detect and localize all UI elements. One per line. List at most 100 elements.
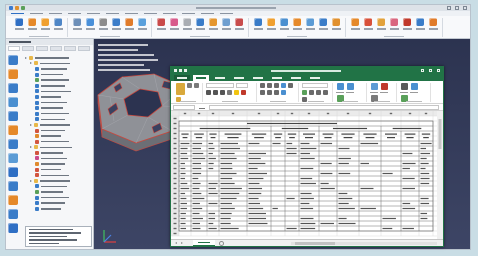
ribbon-icon[interactable] [316,90,321,95]
column-header[interactable] [424,112,428,115]
column-header[interactable] [211,112,215,115]
column-header[interactable] [368,112,372,115]
tree-item[interactable] [25,206,92,212]
paste-icon[interactable] [176,83,185,95]
ribbon-icon[interactable] [281,83,286,88]
row-header[interactable] [173,222,177,225]
excel-ribbon-tool[interactable] [346,83,354,94]
column-header[interactable] [183,112,187,115]
browser-tool-icon[interactable] [8,125,18,135]
ribbon-tool[interactable] [266,18,276,37]
ribbon-icon[interactable] [260,90,265,95]
worksheet-grid[interactable] [171,111,443,239]
ribbon-icon[interactable] [288,83,293,88]
ribbon-icon[interactable] [323,90,328,95]
ribbon-icon[interactable] [206,90,211,95]
row-header[interactable] [173,217,177,220]
font-name-box[interactable] [206,83,234,88]
column-header[interactable] [290,112,294,115]
row-header[interactable] [173,147,177,150]
expand-icon[interactable] [30,62,32,65]
minimize-icon[interactable] [421,69,424,72]
ribbon-icon[interactable] [281,90,286,95]
row-header[interactable] [173,227,177,230]
ribbon-tool[interactable] [14,18,24,37]
ribbon-tab[interactable] [125,12,138,15]
ribbon-tab[interactable] [201,12,214,15]
ribbon-tool[interactable] [402,18,412,37]
ribbon-icon[interactable] [227,90,232,95]
ribbon-tab[interactable] [182,12,195,15]
ribbon-tool[interactable] [292,18,302,37]
browser-tool-icon[interactable] [8,181,18,191]
column-header[interactable] [257,112,261,115]
ribbon-icon[interactable] [213,90,218,95]
save-icon[interactable] [174,69,177,72]
ribbon-tool[interactable] [182,18,192,37]
title-bar-icon[interactable] [21,6,25,10]
title-bar-icon[interactable] [15,6,19,10]
ribbon-tool[interactable] [279,18,289,37]
ribbon-tool[interactable] [221,18,231,37]
browser-tool-icon[interactable] [8,139,18,149]
ribbon-tool[interactable] [389,18,399,37]
ribbon-tool[interactable] [156,18,166,37]
row-header[interactable] [173,197,177,200]
expand-icon[interactable] [30,146,32,149]
ribbon-tool[interactable] [208,18,218,37]
name-box[interactable] [173,105,195,110]
ribbon-tool[interactable] [253,18,263,37]
expand-icon[interactable] [30,179,32,182]
browser-tab[interactable] [8,46,20,51]
ribbon-tool[interactable] [40,18,50,37]
ribbon-icon[interactable] [267,83,272,88]
ribbon-icon[interactable] [302,90,307,95]
ribbon-tool[interactable] [85,18,95,37]
row-header[interactable] [173,162,177,165]
column-header[interactable] [326,112,330,115]
row-header[interactable] [173,127,177,130]
row-header[interactable] [173,132,177,135]
column-header[interactable] [408,112,412,115]
column-header[interactable] [276,112,280,115]
ribbon-tool[interactable] [428,18,438,37]
next-sheet-icon[interactable] [181,242,183,244]
row-header[interactable] [173,122,177,125]
ribbon-icon[interactable] [187,83,192,88]
ribbon-tool[interactable] [234,18,244,37]
excel-ribbon-tool[interactable] [410,83,418,94]
ribbon-tool[interactable] [124,18,134,37]
browser-tool-icon[interactable] [8,167,18,177]
column-header[interactable] [197,112,201,115]
row-header[interactable] [173,187,177,190]
ribbon-tool[interactable] [98,18,108,37]
undo-icon[interactable] [179,69,182,72]
row-header[interactable] [173,182,177,185]
ribbon-tab[interactable] [68,12,81,15]
excel-ribbon-tool[interactable] [380,83,388,94]
ribbon-tab[interactable] [144,12,157,15]
new-sheet-icon[interactable] [219,241,224,246]
ribbon-icon[interactable] [234,90,239,95]
ribbon-tool[interactable] [195,18,205,37]
row-header[interactable] [173,212,177,215]
close-icon[interactable] [437,69,440,72]
row-header[interactable] [173,157,177,160]
row-header[interactable] [173,177,177,180]
ribbon-tool[interactable] [415,18,425,37]
column-header[interactable] [307,112,311,115]
row-header[interactable] [173,232,177,235]
ribbon-tool[interactable] [169,18,179,37]
ribbon-tool[interactable] [111,18,121,37]
browser-tool-icon[interactable] [8,209,18,219]
browser-tab[interactable] [64,46,76,51]
row-header[interactable] [173,202,177,205]
ribbon-tab[interactable] [106,12,119,15]
ribbon-icon[interactable] [274,90,279,95]
ribbon-tab[interactable] [163,12,176,15]
ribbon-tool[interactable] [305,18,315,37]
horizontal-scrollbar[interactable] [291,242,437,245]
ribbon-tab[interactable] [11,12,24,15]
row-header[interactable] [173,167,177,170]
browser-tool-icon[interactable] [8,69,18,79]
